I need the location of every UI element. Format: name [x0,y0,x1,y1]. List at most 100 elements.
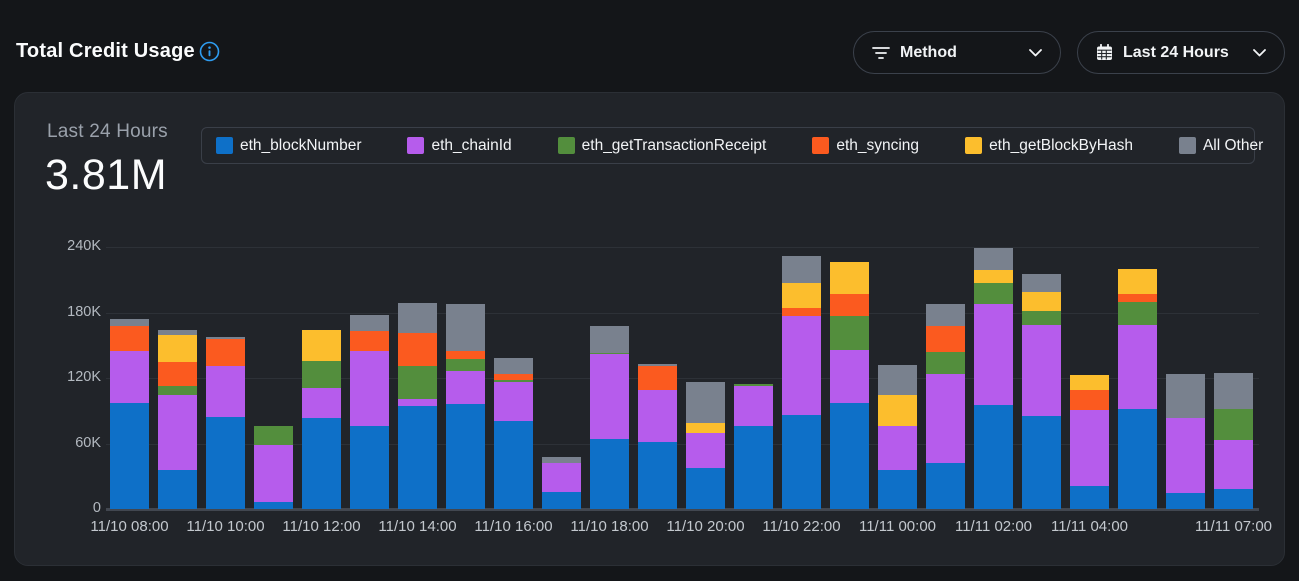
legend-swatch [558,137,575,154]
bar-segment-All Other [542,457,581,464]
bar-segment-eth_getTransactionReceipt [830,316,869,350]
bar-segment-eth_blockNumber [830,403,869,509]
bar-segment-eth_blockNumber [158,470,197,509]
y-axis-tick-label: 180K [37,304,101,320]
bar-segment-eth_blockNumber [446,404,485,509]
bar-segment-eth_chainId [1166,418,1205,492]
bar-segment-eth_getBlockByHash [878,395,917,426]
bar-11/11 07:00 [1214,247,1253,509]
bar-segment-eth_blockNumber [1166,493,1205,509]
bar-segment-eth_syncing [350,331,389,351]
bar-segment-eth_getTransactionReceipt [734,384,773,386]
bar-segment-All Other [350,315,389,331]
legend-label: All Other [1203,137,1263,155]
bar-segment-eth_chainId [878,426,917,470]
bar-11/10 22:00 [782,247,821,509]
bar-segment-eth_blockNumber [734,426,773,509]
page-title: Total Credit Usage [16,40,195,63]
bar-11/11 05:00 [1118,247,1157,509]
bar-segment-eth_getBlockByHash [1070,375,1109,390]
y-axis-tick-label: 60K [37,435,101,451]
legend-label: eth_blockNumber [240,137,361,155]
bar-segment-All Other [878,365,917,396]
dashboard-page: Total Credit Usage Method [0,0,1299,581]
bar-segment-eth_blockNumber [494,421,533,509]
bar-segment-eth_blockNumber [926,463,965,509]
bar-segment-eth_syncing [446,351,485,360]
bar-segment-All Other [110,319,149,326]
bar-segment-All Other [1022,274,1061,291]
bar-11/10 15:00 [446,247,485,509]
bar-11/11 03:00 [1022,247,1061,509]
legend-swatch [216,137,233,154]
y-axis-tick-label: 0 [37,500,101,516]
bar-segment-eth_chainId [926,374,965,464]
bar-segment-All Other [974,248,1013,270]
bar-segment-eth_chainId [830,350,869,403]
bar-segment-All Other [686,382,725,422]
bar-11/10 16:00 [494,247,533,509]
bar-segment-All Other [1214,373,1253,409]
bar-segment-eth_blockNumber [302,418,341,509]
bar-11/10 12:00 [302,247,341,509]
bar-segment-eth_getTransactionReceipt [302,361,341,388]
bar-11/11 04:00 [1070,247,1109,509]
bar-segment-eth_blockNumber [878,470,917,509]
bar-segment-eth_blockNumber [590,439,629,509]
bar-segment-eth_getBlockByHash [1022,292,1061,312]
bar-segment-eth_chainId [638,390,677,442]
bar-segment-eth_blockNumber [1022,416,1061,509]
bar-segment-All Other [398,303,437,334]
bar-segment-eth_chainId [446,371,485,404]
bar-segment-eth_chainId [494,382,533,420]
bar-segment-eth_chainId [974,304,1013,406]
date-range-label: Last 24 Hours [1123,44,1229,62]
bar-segment-eth_getBlockByHash [830,262,869,294]
bar-segment-eth_syncing [638,366,677,390]
bar-segment-All Other [590,326,629,353]
calendar-icon [1096,44,1113,61]
legend-swatch [965,137,982,154]
bar-segment-All Other [494,358,533,373]
bar-segment-eth_blockNumber [1214,489,1253,509]
bar-segment-eth_chainId [110,351,149,403]
legend-item: eth_getBlockByHash [965,137,1133,155]
bar-segment-eth_getBlockByHash [782,283,821,308]
date-range-dropdown[interactable]: Last 24 Hours [1077,31,1285,74]
bar-segment-eth_chainId [350,351,389,426]
bar-11/10 20:00 [686,247,725,509]
bar-segment-eth_blockNumber [542,492,581,509]
legend-item: All Other [1179,137,1263,155]
bar-segment-eth_blockNumber [1070,486,1109,509]
bar-segment-eth_syncing [494,374,533,381]
bar-11/10 21:00 [734,247,773,509]
bar-11/10 14:00 [398,247,437,509]
x-axis-tick-label: 11/11 04:00 [1025,518,1155,535]
bar-11/11 01:00 [926,247,965,509]
bar-segment-eth_syncing [1070,390,1109,410]
legend-label: eth_getTransactionReceipt [582,137,767,155]
bar-segment-eth_chainId [398,399,437,407]
legend-item: eth_blockNumber [216,137,361,155]
bar-segment-eth_chainId [686,433,725,468]
bar-segment-All Other [638,364,677,366]
bar-segment-eth_chainId [1022,325,1061,417]
info-icon[interactable] [199,41,220,62]
bar-segment-eth_chainId [542,463,581,491]
bar-segment-eth_chainId [782,316,821,415]
bar-segment-eth_syncing [110,326,149,351]
bar-segment-eth_syncing [158,362,197,386]
legend-item: eth_chainId [407,137,511,155]
legend-label: eth_getBlockByHash [989,137,1133,155]
method-filter-dropdown[interactable]: Method [853,31,1061,74]
bar-11/11 00:00 [878,247,917,509]
bar-segment-All Other [782,256,821,283]
bar-segment-eth_chainId [158,395,197,469]
bar-segment-All Other [1166,374,1205,419]
bar-segment-eth_blockNumber [398,406,437,509]
x-axis-tick-label: 11/11 07:00 [1169,518,1299,535]
bar-segment-eth_getBlockByHash [686,423,725,433]
bar-segment-eth_getTransactionReceipt [1214,409,1253,441]
bar-segment-eth_chainId [254,445,293,503]
bar-segment-eth_blockNumber [110,403,149,509]
